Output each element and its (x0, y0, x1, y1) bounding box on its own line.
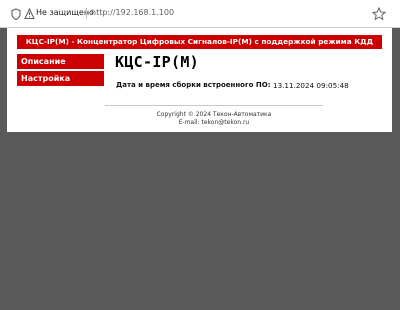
url-field[interactable]: http://192.168.1.100 (91, 8, 174, 18)
firmware-label: Дата и время сборки встроенного ПО: (116, 81, 271, 89)
copyright-text: Copyright © 2024 Текон-Автоматика (156, 111, 272, 118)
separator (86, 8, 87, 19)
menu-item-settings[interactable]: Настройка (17, 71, 104, 86)
menu-item-description[interactable]: Описание (17, 54, 104, 69)
email-text[interactable]: E-mail: tekon@tekon.ru (105, 119, 323, 126)
address-bar: Не защищено http://192.168.1.100 (0, 0, 400, 28)
page-title: КЦС-IP(М) (115, 53, 199, 71)
firmware-value: 13.11.2024 09:05:48 (273, 81, 349, 90)
divider (105, 105, 323, 106)
web-page: КЦС-IP(М) - Концентратор Цифровых Сигнал… (7, 28, 392, 132)
page-banner: КЦС-IP(М) - Концентратор Цифровых Сигнал… (17, 35, 382, 49)
